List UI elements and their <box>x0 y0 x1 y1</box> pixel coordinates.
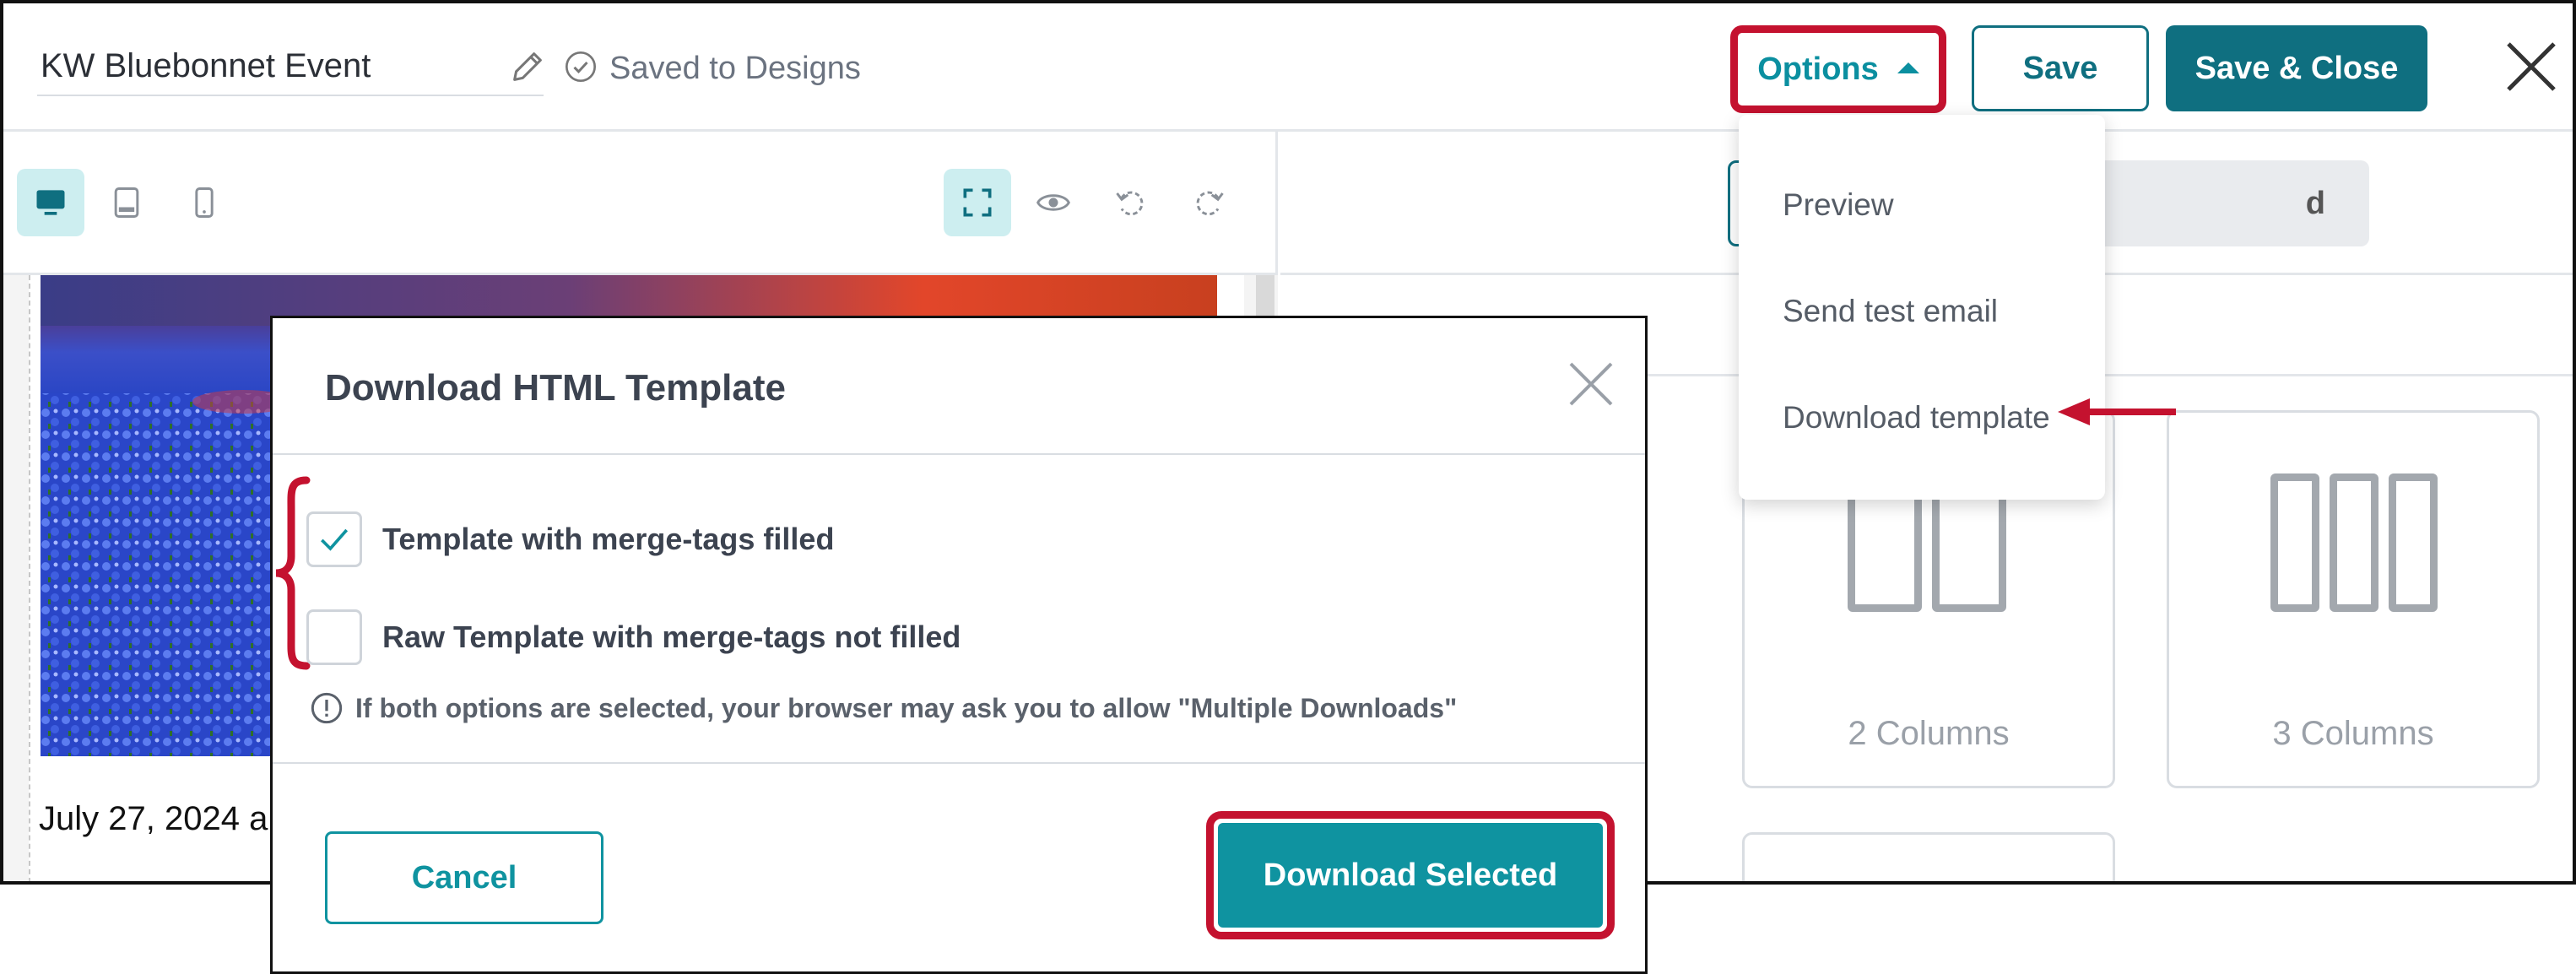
mobile-view-button[interactable] <box>170 169 238 236</box>
menu-item-download-template[interactable]: Download template <box>1783 400 2050 436</box>
menu-item-preview[interactable]: Preview <box>1783 187 1894 223</box>
checkmark-icon <box>321 528 349 551</box>
block-card-partial[interactable] <box>1742 832 2115 881</box>
checkbox-raw-template[interactable] <box>306 609 362 665</box>
saved-status-text: Saved to Designs <box>609 50 861 86</box>
desktop-view-button[interactable] <box>17 169 84 236</box>
option-raw-template[interactable]: Raw Template with merge-tags not filled <box>306 607 961 668</box>
dialog-divider <box>273 762 1645 764</box>
design-name: KW Bluebonnet Event <box>41 47 371 84</box>
eye-icon <box>1036 194 1070 211</box>
options-button[interactable]: Options <box>1730 25 1946 113</box>
download-template-dialog: Download HTML Template Template with mer… <box>270 316 1648 974</box>
checkbox-filled-template[interactable] <box>306 511 362 567</box>
desktop-icon <box>36 190 65 215</box>
fullscreen-icon <box>963 188 992 217</box>
preview-button[interactable] <box>1020 169 1087 236</box>
download-selected-button[interactable]: Download Selected <box>1218 823 1603 928</box>
menu-item-send-test-email[interactable]: Send test email <box>1783 294 1998 329</box>
info-icon <box>311 692 343 724</box>
mobile-icon <box>195 187 214 218</box>
undo-icon <box>1116 191 1144 216</box>
tab-secondary-label: d <box>2305 185 2325 221</box>
options-menu: Preview Send test email Download templat… <box>1739 115 2105 500</box>
saved-status: Saved to Designs <box>564 47 861 89</box>
column-icon <box>2270 473 2319 612</box>
save-button[interactable]: Save <box>1972 25 2149 111</box>
block-label: 2 Columns <box>1848 715 2010 752</box>
dialog-title: Download HTML Template <box>325 367 786 409</box>
design-name-field[interactable]: KW Bluebonnet Event <box>37 32 544 96</box>
option-label: Template with merge-tags filled <box>382 522 835 556</box>
column-icon <box>2389 473 2438 612</box>
cancel-button[interactable]: Cancel <box>325 831 603 924</box>
dialog-header: Download HTML Template <box>273 318 1645 455</box>
tablet-icon <box>114 187 139 218</box>
info-text: If both options are selected, your brows… <box>355 692 1458 723</box>
event-date-text[interactable]: July 27, 2024 a <box>39 800 268 838</box>
option-label: Raw Template with merge-tags not filled <box>382 620 961 654</box>
option-filled-template[interactable]: Template with merge-tags filled <box>306 509 834 570</box>
header-bar: KW Bluebonnet Event Saved to Designs Opt… <box>3 3 2573 132</box>
pencil-icon[interactable] <box>508 47 547 86</box>
tablet-view-button[interactable] <box>93 169 160 236</box>
caret-up-icon <box>1897 62 1919 73</box>
redo-icon <box>1196 191 1224 216</box>
block-label: 3 Columns <box>2272 715 2434 752</box>
annotation-arrow-icon <box>2058 398 2176 425</box>
check-circle-icon <box>564 50 598 88</box>
editor-toolbar <box>3 132 1275 275</box>
save-close-button[interactable]: Save & Close <box>2166 25 2427 111</box>
redo-button[interactable] <box>1175 169 1242 236</box>
fullscreen-button[interactable] <box>944 169 1011 236</box>
close-icon[interactable] <box>1566 359 1616 409</box>
column-icon <box>2330 473 2378 612</box>
options-label: Options <box>1757 51 1879 87</box>
close-icon[interactable] <box>2503 39 2559 95</box>
undo-button[interactable] <box>1097 169 1165 236</box>
info-message: If both options are selected, your brows… <box>310 691 1457 725</box>
block-card-3-columns[interactable]: 3 Columns <box>2167 410 2540 788</box>
